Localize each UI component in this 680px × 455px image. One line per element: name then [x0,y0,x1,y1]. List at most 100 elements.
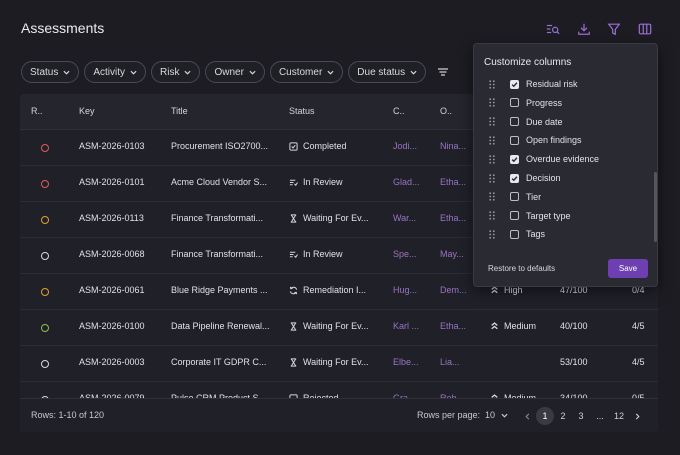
row-owner[interactable]: Etha... [440,321,474,331]
row-owner[interactable]: Etha... [440,177,474,187]
column-checkbox[interactable] [510,229,519,239]
page-button[interactable]: 3 [572,407,590,425]
filter-label: Due status [357,66,406,78]
columns-icon[interactable] [637,21,653,37]
column-checkbox[interactable] [510,135,519,145]
column-header-key[interactable]: Key [79,106,95,116]
row-customer[interactable]: Karl ... [393,321,427,331]
drag-handle-icon[interactable] [489,173,495,183]
risk-indicator-icon [41,216,49,224]
filter-owner[interactable]: Owner [205,61,265,83]
download-icon[interactable] [576,21,592,37]
row-owner[interactable]: Nina... [440,141,474,151]
risk-indicator-icon [41,360,49,368]
column-option[interactable]: Tier [489,189,541,205]
drag-handle-icon[interactable] [489,230,495,239]
risk-level-icon [491,321,498,329]
column-header-owner[interactable]: O.. [440,106,452,116]
row-customer[interactable]: Jodi... [393,141,427,151]
table-row[interactable]: ASM-2026-0100 Data Pipeline Renewal... Wai… [20,310,658,346]
chevron-down-icon [249,70,256,75]
column-header-risk[interactable]: R.. [31,106,43,116]
panel-scrollbar[interactable] [654,172,657,242]
row-key: ASM-2026-0113 [79,213,144,223]
hourglass-icon [289,321,298,331]
page-button[interactable]: 12 [610,407,628,425]
restore-defaults-button[interactable]: Restore to defaults [488,264,555,273]
page-title: Assessments [21,20,105,36]
check-icon [511,81,518,87]
row-key: ASM-2026-0100 [79,321,145,331]
column-option[interactable]: Target type [489,208,571,224]
column-option[interactable]: Due date [489,114,563,130]
row-customer[interactable]: Spe... [393,249,427,259]
filter-risk[interactable]: Risk [151,61,201,83]
row-title: Finance Transformati... [171,249,264,259]
rows-per-page-select[interactable]: 10 [485,410,508,420]
next-page-icon[interactable] [628,407,646,425]
row-customer[interactable]: War... [393,213,427,223]
column-option[interactable]: Tags [489,226,545,242]
column-option-label: Target type [526,210,571,221]
column-checkbox[interactable] [510,117,519,127]
column-checkbox[interactable] [510,192,519,202]
column-option-label: Tags [526,229,546,240]
column-checkbox[interactable] [510,79,519,89]
more-filters-icon[interactable] [437,66,449,78]
column-header-customer[interactable]: C.. [393,106,405,116]
risk-indicator-icon [41,324,49,332]
column-checkbox[interactable] [510,98,519,108]
drag-handle-icon[interactable] [489,136,495,145]
drag-handle-icon[interactable] [489,211,495,220]
page-button[interactable]: 2 [554,407,572,425]
column-option[interactable]: Progress [489,95,562,111]
row-score: 53/100 [560,357,588,367]
filter-due-status[interactable]: Due status [348,61,427,83]
hourglass-icon [289,213,298,223]
row-owner[interactable]: Etha... [440,213,474,223]
filter-activity[interactable]: Activity [84,61,147,83]
row-customer[interactable]: Glad... [393,177,427,187]
row-owner[interactable]: Lia... [440,357,474,367]
column-checkbox[interactable] [510,154,519,164]
drag-handle-icon[interactable] [489,98,495,107]
search-list-icon[interactable] [545,21,561,37]
column-option[interactable]: Overdue evidence [489,151,599,167]
prev-page-icon[interactable] [518,407,536,425]
column-option[interactable]: Residual risk [489,76,578,92]
save-button[interactable]: Save [608,259,648,278]
check-box-icon [289,141,298,151]
column-checkbox[interactable] [510,211,519,221]
filter-label: Owner [214,66,244,78]
row-customer[interactable]: Elbe... [393,357,427,367]
chevron-down-icon [63,70,70,75]
page-button[interactable]: 1 [536,407,554,425]
row-title: Blue Ridge Payments ... [171,285,268,295]
row-status-label: Completed [303,141,347,151]
drag-handle-icon[interactable] [489,154,495,164]
filter-label: Activity [93,66,126,78]
filter-customer[interactable]: Customer [269,61,344,83]
column-header-title[interactable]: Title [171,106,188,116]
row-owner[interactable]: May... [440,249,474,259]
row-title: Corporate IT GDPR C... [171,357,267,367]
drag-handle-icon[interactable] [489,79,495,89]
row-customer[interactable]: Hug... [393,285,427,295]
row-status-label: Waiting For Ev... [303,213,369,223]
filter-icon[interactable] [606,21,622,37]
rows-count: Rows: 1-10 of 120 [31,410,105,420]
row-owner[interactable]: Dem... [440,285,474,295]
column-option-label: Due date [526,116,563,127]
drag-handle-icon[interactable] [489,117,495,126]
column-option[interactable]: Open findings [489,132,582,148]
drag-handle-icon[interactable] [489,192,495,201]
column-checkbox[interactable] [510,173,519,183]
risk-indicator-icon [41,180,49,188]
review-lines-icon [289,250,298,259]
column-option[interactable]: Decision [489,170,561,186]
risk-indicator-icon [41,252,49,260]
filter-status[interactable]: Status [21,61,80,83]
table-row[interactable]: ASM-2026-0003 Corporate IT GDPR C... Waiti… [20,346,658,382]
column-option-label: Open findings [526,135,582,146]
column-header-status[interactable]: Status [289,106,315,116]
